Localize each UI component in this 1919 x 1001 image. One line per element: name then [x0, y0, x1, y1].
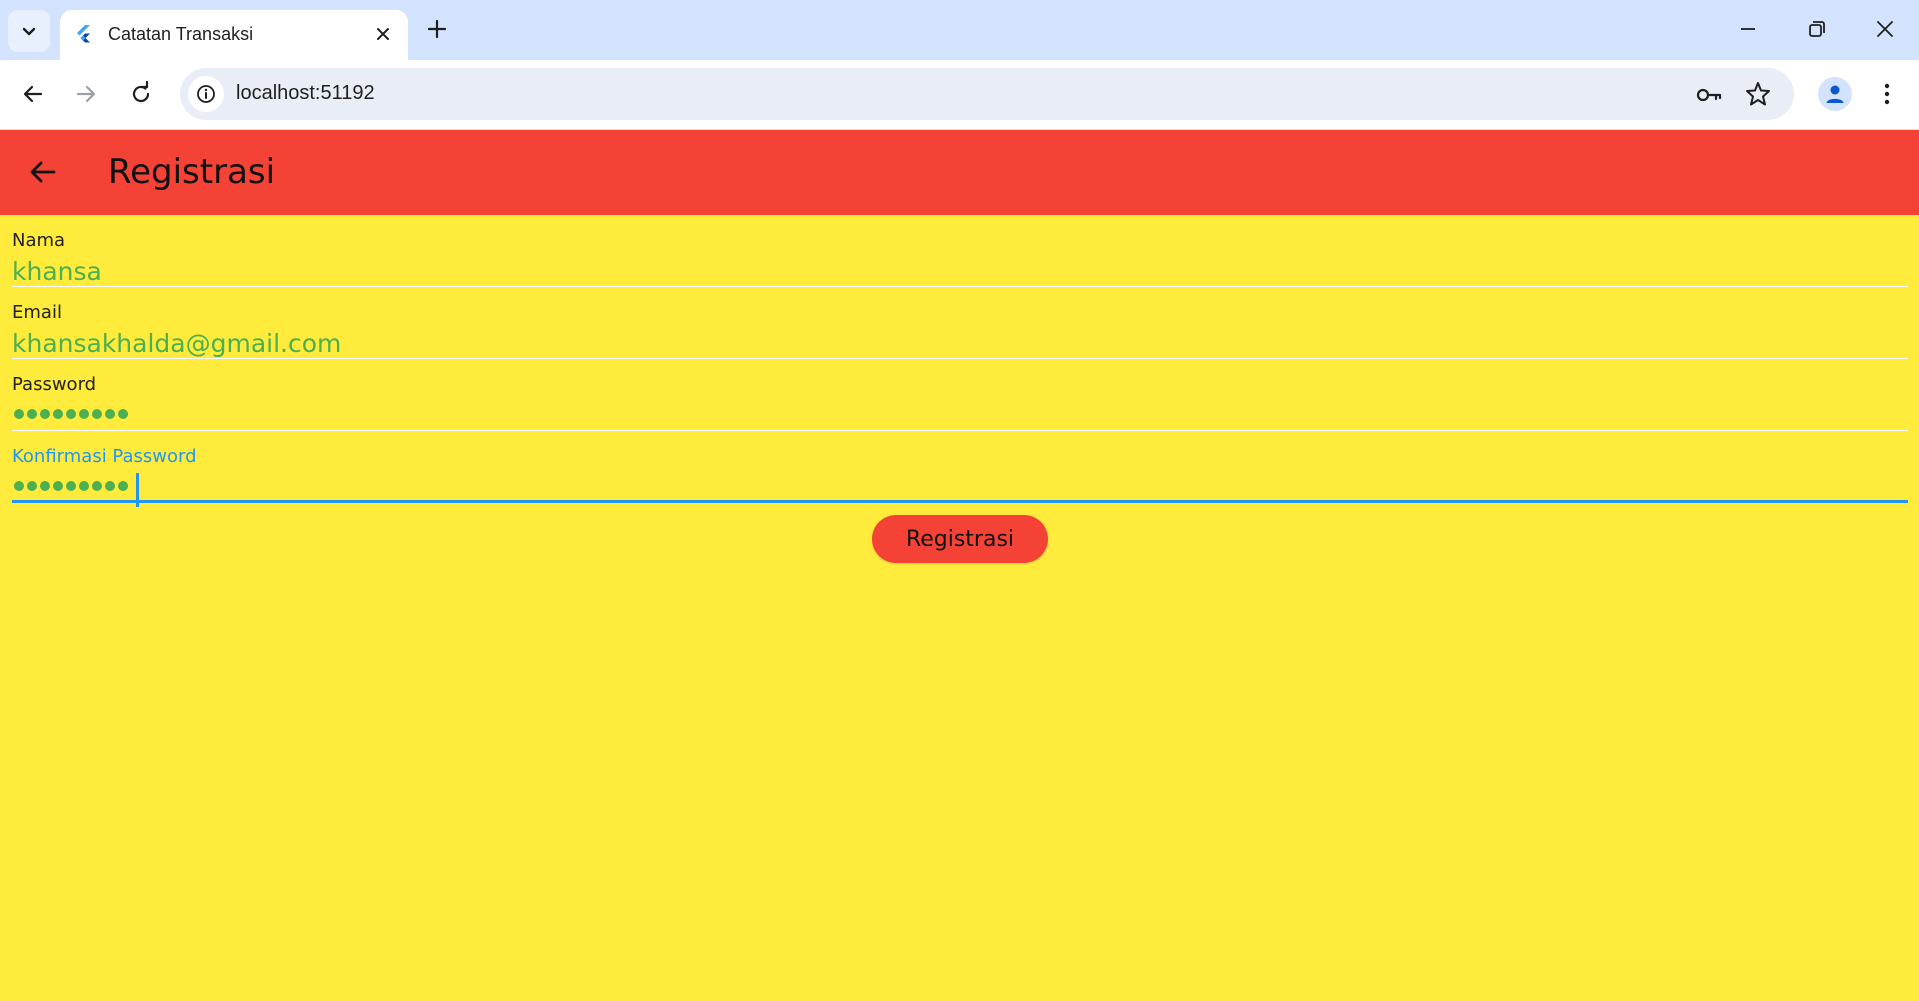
arrow-left-icon[interactable] [24, 154, 60, 190]
app-bar: Registrasi [0, 130, 1919, 215]
close-icon[interactable] [372, 23, 394, 45]
arrow-left-icon[interactable] [19, 80, 47, 108]
mask-dot [27, 409, 37, 419]
mask-dot [66, 409, 76, 419]
email-label: Email [12, 302, 62, 323]
confirm-password-underline [12, 500, 1908, 503]
password-field[interactable]: Password [12, 359, 1908, 431]
register-button[interactable]: Registrasi [872, 515, 1048, 563]
mask-dot [14, 481, 24, 491]
mask-dot [105, 409, 115, 419]
mask-dot [40, 481, 50, 491]
mask-dot [118, 481, 128, 491]
browser-tab[interactable]: Catatan Transaksi [60, 10, 408, 60]
mask-dot [66, 481, 76, 491]
confirm-password-field[interactable]: Konfirmasi Password [12, 431, 1908, 507]
star-icon[interactable] [1744, 80, 1772, 108]
arrow-right-icon[interactable] [72, 80, 100, 108]
name-label: Nama [12, 230, 66, 251]
mask-dot [27, 481, 37, 491]
mask-dot [40, 409, 50, 419]
email-input[interactable]: khansakhalda@gmail.com [12, 329, 341, 358]
confirm-password-input[interactable] [14, 481, 128, 491]
profile-button[interactable] [1818, 77, 1852, 111]
mask-dot [92, 481, 102, 491]
info-icon [197, 85, 215, 103]
page-title: Registrasi [108, 152, 276, 192]
plus-icon[interactable] [424, 16, 450, 42]
password-label: Password [12, 374, 97, 395]
chevron-down-icon [22, 27, 36, 36]
name-field[interactable]: Nama khansa [12, 215, 1908, 287]
browser-tabstrip: Catatan Transaksi [0, 0, 1919, 60]
mask-dot [53, 409, 63, 419]
flutter-icon [77, 25, 90, 43]
confirm-password-label: Konfirmasi Password [12, 446, 197, 467]
person-icon [1826, 85, 1844, 103]
reload-icon[interactable] [127, 80, 155, 108]
email-field[interactable]: Email khansakhalda@gmail.com [12, 287, 1908, 359]
restore-icon[interactable] [1804, 16, 1830, 42]
address-bar[interactable]: localhost:51192 [180, 68, 1794, 120]
mask-dot [118, 409, 128, 419]
mask-dot [79, 409, 89, 419]
tab-search-button[interactable] [8, 10, 50, 52]
browser-toolbar: localhost:51192 [0, 60, 1919, 130]
site-info-button[interactable] [188, 76, 224, 112]
url-text[interactable]: localhost:51192 [236, 82, 375, 105]
kebab-menu-icon[interactable] [1872, 79, 1902, 109]
minimize-icon[interactable] [1735, 16, 1761, 42]
mask-dot [92, 409, 102, 419]
window-close-icon[interactable] [1872, 16, 1898, 42]
mask-dot [105, 481, 115, 491]
password-input[interactable] [14, 409, 128, 419]
mask-dot [53, 481, 63, 491]
mask-dot [79, 481, 89, 491]
tab-title: Catatan Transaksi [108, 24, 254, 44]
key-icon[interactable] [1695, 81, 1723, 109]
name-input[interactable]: khansa [12, 257, 102, 286]
mask-dot [14, 409, 24, 419]
